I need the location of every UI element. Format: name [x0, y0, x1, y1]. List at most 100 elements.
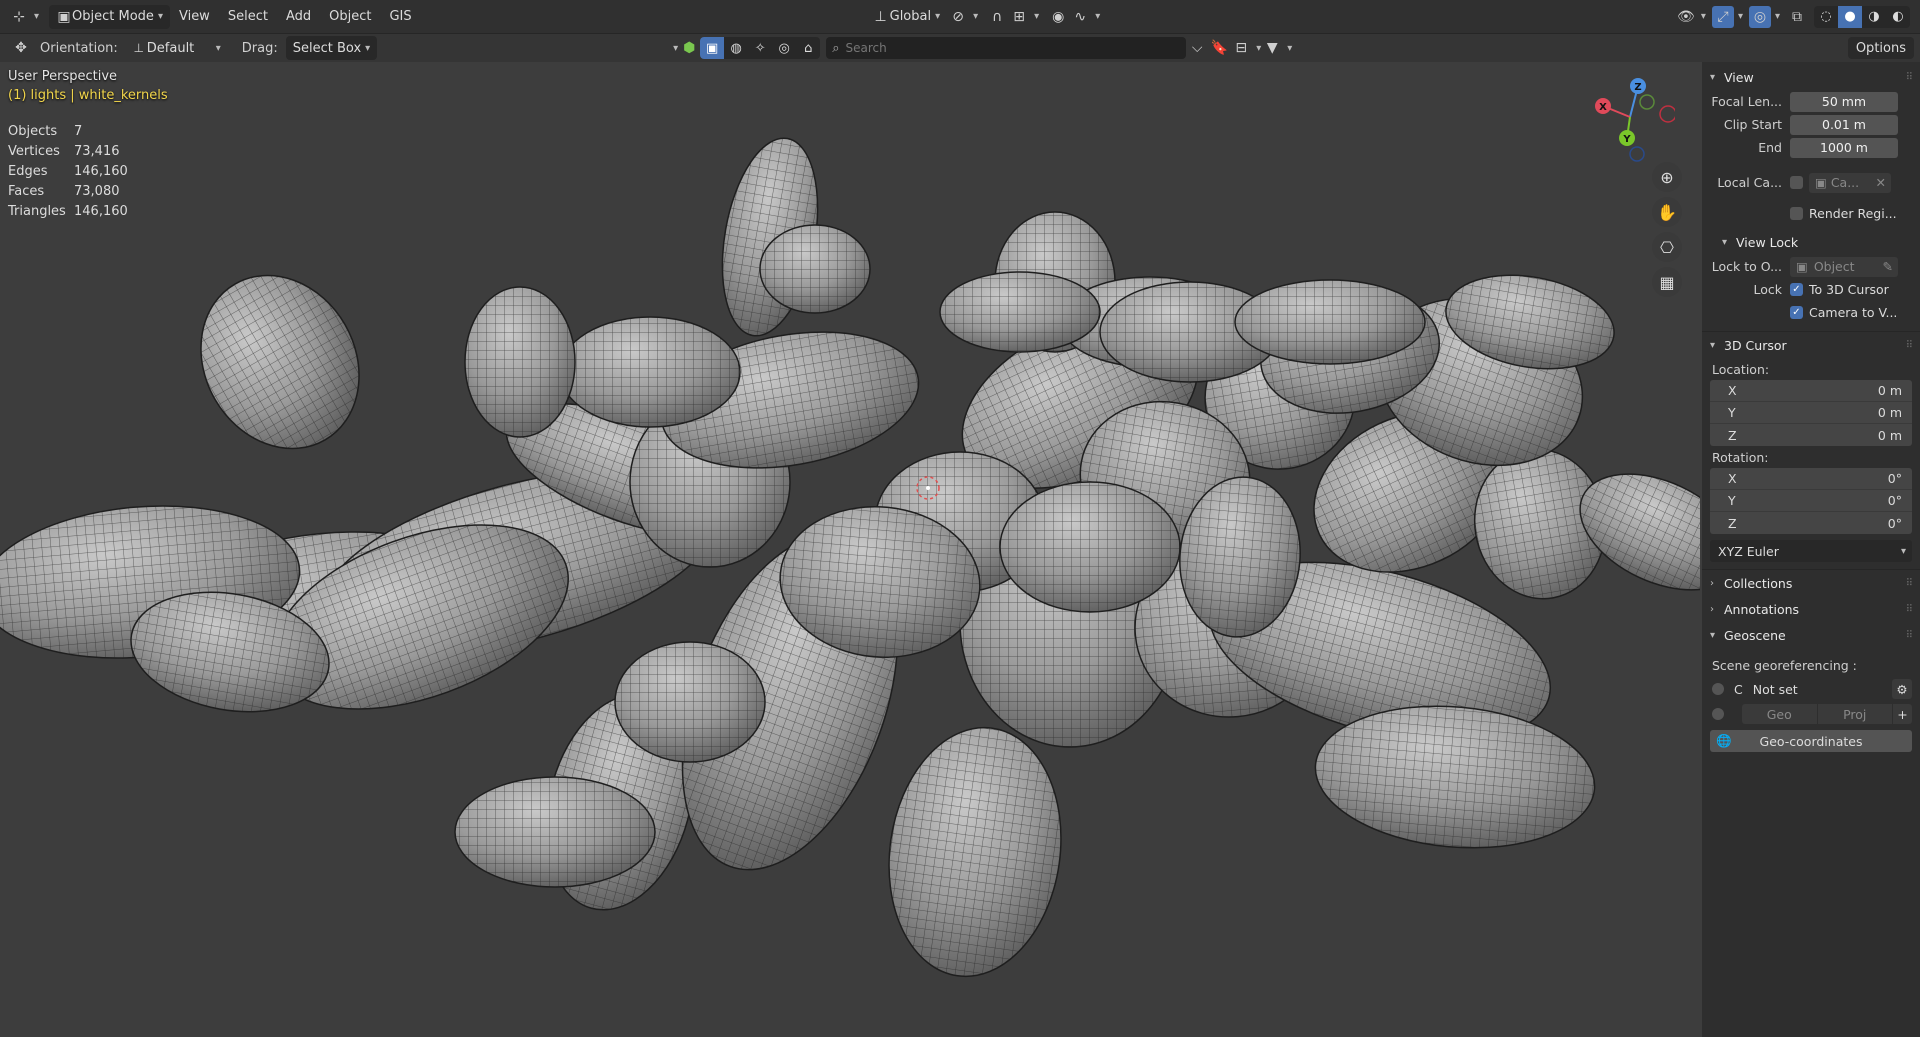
select-sphere-icon[interactable]: ◍	[724, 37, 748, 59]
drag-grip-icon[interactable]: ⠿	[1906, 578, 1913, 589]
stat-label: Edges	[8, 164, 48, 179]
section-title: Collections	[1724, 575, 1793, 591]
navigation-gizmo[interactable]: Z X Y	[1585, 72, 1675, 162]
lock-object-row: Lock to O... ▣ Object ✎	[1702, 255, 1920, 278]
rotation-y-field[interactable]: Y 0°	[1710, 490, 1912, 512]
proportional-edit-icon[interactable]: ◉	[1047, 6, 1069, 28]
filter-dropdown-icon[interactable]: ⌵	[1186, 37, 1208, 59]
chevron-down-icon[interactable]: ▾	[973, 11, 978, 22]
section-title: Geoscene	[1724, 627, 1786, 643]
gizmo-y-label: Y	[1622, 134, 1631, 145]
lock-object-value: Object	[1813, 259, 1855, 274]
chevron-down-icon[interactable]: ▾	[1287, 43, 1292, 54]
falloff-curve-icon[interactable]: ∿	[1069, 6, 1091, 28]
kernel-mesh	[614, 641, 766, 763]
overlays-toggle-icon[interactable]: ◎	[1748, 5, 1771, 28]
local-camera-field[interactable]: ▣ Ca... ✕	[1809, 172, 1891, 193]
snap-target-icon[interactable]: ⊞	[1008, 6, 1030, 28]
funnel-icon[interactable]: ▼	[1261, 37, 1283, 59]
perspective-grid-icon[interactable]: ▦	[1652, 267, 1682, 297]
view-lock-header[interactable]: ▾ View Lock	[1702, 229, 1920, 255]
lock-to-cursor-checkbox[interactable]: ✓	[1790, 283, 1803, 296]
rotation-mode-select[interactable]: XYZ Euler ▾	[1710, 540, 1912, 562]
chevron-down-icon[interactable]: ▾	[1738, 11, 1743, 22]
zoom-icon[interactable]: ⊕	[1652, 162, 1682, 192]
bookmark-icon[interactable]: 🔖	[1208, 37, 1230, 59]
chevron-down-icon[interactable]: ▾	[1701, 11, 1706, 22]
drag-grip-icon[interactable]: ⠿	[1906, 630, 1913, 641]
pivot-point-icon[interactable]: ⊘	[947, 6, 969, 28]
xray-toggle-icon[interactable]: ⧉	[1786, 6, 1808, 28]
visibility-eye-icon[interactable]: 👁	[1675, 6, 1697, 28]
snap-magnet-icon[interactable]: ∩	[986, 6, 1008, 28]
solid-shading-icon[interactable]: ●	[1838, 5, 1862, 28]
chevron-down-icon[interactable]: ▾	[34, 11, 39, 22]
lock-object-field[interactable]: ▣ Object ✎	[1790, 256, 1898, 277]
chevron-down-icon: ▾	[1722, 236, 1728, 248]
local-camera-checkbox[interactable]	[1790, 176, 1803, 189]
plus-icon[interactable]: +	[1892, 704, 1912, 724]
transform-orientation-select[interactable]: ⊥ Global ▾	[865, 5, 948, 29]
mode-select[interactable]: ▣ Object Mode ▾	[49, 4, 170, 29]
gear-icon[interactable]: ⚙	[1892, 679, 1912, 699]
eyedropper-icon[interactable]: ✎	[1883, 259, 1893, 274]
render-region-checkbox[interactable]	[1790, 207, 1803, 220]
collections-section-header[interactable]: › Collections ⠿	[1702, 570, 1920, 596]
chevron-down-icon[interactable]: ▾	[1034, 11, 1039, 22]
camera-view-icon[interactable]: ⎔	[1652, 232, 1682, 262]
axis-label: Z	[1728, 515, 1737, 531]
stat-label: Objects	[8, 124, 58, 139]
editor-type-icon[interactable]: ⊹	[8, 6, 30, 28]
move-tool-icon[interactable]: ✥	[10, 37, 32, 59]
chevron-right-icon: ›	[1710, 577, 1714, 589]
chevron-down-icon[interactable]: ▾	[1775, 11, 1780, 22]
select-world-icon[interactable]: ◎	[772, 37, 796, 59]
proj-button[interactable]: Proj	[1816, 704, 1892, 724]
axis-value: 0°	[1887, 493, 1902, 508]
rotation-z-field[interactable]: Z 0°	[1710, 512, 1912, 534]
gizmo-toggle-icon[interactable]: ⤢	[1711, 5, 1734, 28]
view-section-header[interactable]: ▾ View ⠿	[1702, 64, 1920, 90]
render-region-row: Render Regi...	[1702, 202, 1920, 225]
menu-view[interactable]: View	[170, 5, 219, 29]
menu-gis[interactable]: GIS	[380, 5, 420, 29]
drag-grip-icon[interactable]: ⠿	[1906, 72, 1913, 83]
search-box[interactable]: ⌕	[826, 37, 1187, 59]
camera-to-view-checkbox[interactable]: ✓	[1790, 306, 1803, 319]
axis-value: 0 m	[1877, 405, 1902, 420]
wireframe-shading-icon[interactable]: ◌	[1814, 6, 1838, 28]
search-input[interactable]	[845, 41, 1146, 55]
material-shading-icon[interactable]: ◑	[1862, 6, 1886, 28]
menu-add[interactable]: Add	[277, 5, 320, 29]
drag-grip-icon[interactable]: ⠿	[1906, 604, 1913, 615]
3d-viewport[interactable]: User Perspective (1) lights | white_kern…	[0, 62, 1700, 1037]
pan-hand-icon[interactable]: ✋	[1652, 197, 1682, 227]
clip-start-field[interactable]: 0.01 m	[1790, 114, 1898, 135]
location-x-field[interactable]: X 0 m	[1710, 380, 1912, 402]
location-z-field[interactable]: Z 0 m	[1710, 424, 1912, 446]
geoscene-section-header[interactable]: ▾ Geoscene ⠿	[1702, 622, 1920, 648]
filter-color-icon[interactable]: ⬢	[678, 37, 700, 59]
rendered-shading-icon[interactable]: ◐	[1886, 6, 1910, 28]
focal-length-field[interactable]: 50 mm	[1790, 91, 1898, 112]
drag-grip-icon[interactable]: ⠿	[1906, 340, 1913, 351]
prop-label: Local Ca...	[1717, 175, 1782, 190]
select-light-icon[interactable]: ✧	[748, 37, 772, 59]
orientation-select[interactable]: ⊥ Default ▾	[124, 36, 228, 60]
rotation-x-field[interactable]: X 0°	[1710, 468, 1912, 490]
menu-object[interactable]: Object	[320, 5, 380, 29]
select-mesh-icon[interactable]: ▣	[700, 37, 725, 59]
close-icon[interactable]: ✕	[1876, 175, 1886, 190]
cursor-section-header[interactable]: ▾ 3D Cursor ⠿	[1702, 332, 1920, 358]
chevron-down-icon[interactable]: ▾	[1095, 11, 1100, 22]
drag-select[interactable]: Select Box ▾	[285, 36, 378, 60]
annotations-section-header[interactable]: › Annotations ⠿	[1702, 596, 1920, 622]
menu-select[interactable]: Select	[219, 5, 277, 29]
layout-icon[interactable]: ⊟	[1230, 37, 1252, 59]
geo-button[interactable]: Geo	[1742, 704, 1817, 724]
clip-end-field[interactable]: 1000 m	[1790, 137, 1898, 158]
select-camera-icon[interactable]: ⌂	[796, 37, 820, 59]
options-button[interactable]: Options	[1847, 37, 1914, 59]
location-y-field[interactable]: Y 0 m	[1710, 402, 1912, 424]
geo-coordinates-button[interactable]: 🌐 Geo-coordinates	[1710, 730, 1912, 752]
